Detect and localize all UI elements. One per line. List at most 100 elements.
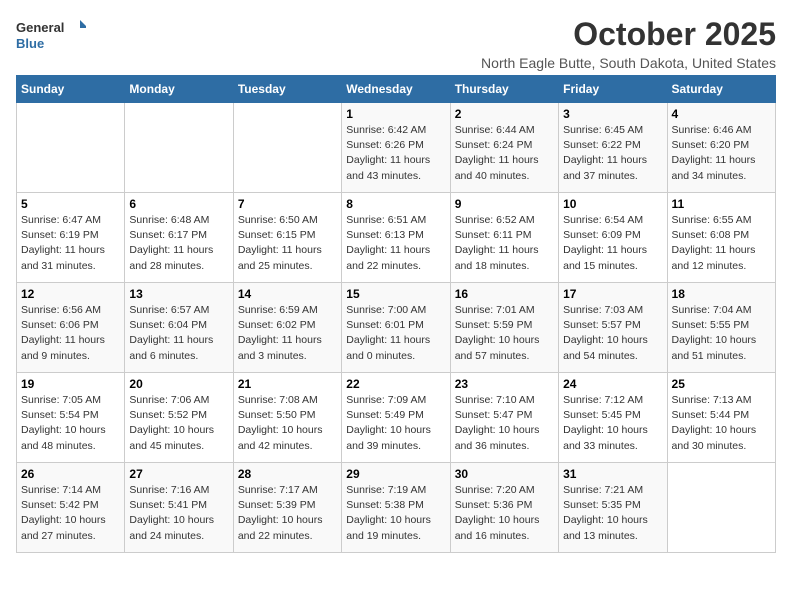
day-number: 8	[346, 197, 445, 211]
week-row-4: 19 Sunrise: 7:05 AM Sunset: 5:54 PM Dayli…	[17, 373, 776, 463]
day-cell: 15Sunrise: 7:00 AM Sunset: 6:01 PM Dayli…	[342, 283, 450, 373]
day-info: Sunrise: 7:20 AM Sunset: 5:36 PM Dayligh…	[455, 483, 554, 544]
header-day-friday: Friday	[559, 76, 667, 103]
day-number: 11	[672, 197, 771, 211]
day-cell	[667, 463, 775, 553]
day-number: 2	[455, 107, 554, 121]
day-number: 6	[129, 197, 228, 211]
day-info: Sunrise: 7:09 AM Sunset: 5:49 PM Dayligh…	[346, 393, 445, 454]
week-row-1: 1Sunrise: 6:42 AM Sunset: 6:26 PM Daylig…	[17, 103, 776, 193]
day-number: 25	[672, 377, 771, 391]
day-cell: 16 Sunrise: 7:01 AM Sunset: 5:59 PM Dayli…	[450, 283, 558, 373]
day-cell: 7 Sunrise: 6:50 AM Sunset: 6:15 PM Daylig…	[233, 193, 341, 283]
day-number: 27	[129, 467, 228, 481]
day-info: Sunrise: 7:14 AM Sunset: 5:42 PM Dayligh…	[21, 483, 120, 544]
header-day-tuesday: Tuesday	[233, 76, 341, 103]
day-info: Sunrise: 7:17 AM Sunset: 5:39 PM Dayligh…	[238, 483, 337, 544]
day-cell: 14 Sunrise: 6:59 AM Sunset: 6:02 PM Dayli…	[233, 283, 341, 373]
day-cell: 20Sunrise: 7:06 AM Sunset: 5:52 PM Dayli…	[125, 373, 233, 463]
week-row-2: 5 Sunrise: 6:47 AM Sunset: 6:19 PM Daylig…	[17, 193, 776, 283]
day-cell: 1Sunrise: 6:42 AM Sunset: 6:26 PM Daylig…	[342, 103, 450, 193]
day-number: 7	[238, 197, 337, 211]
day-number: 3	[563, 107, 662, 121]
logo-svg: General Blue	[16, 16, 86, 56]
day-info: Sunrise: 7:16 AM Sunset: 5:41 PM Dayligh…	[129, 483, 228, 544]
day-cell: 19 Sunrise: 7:05 AM Sunset: 5:54 PM Dayli…	[17, 373, 125, 463]
day-cell: 29Sunrise: 7:19 AM Sunset: 5:38 PM Dayli…	[342, 463, 450, 553]
day-cell: 21Sunrise: 7:08 AM Sunset: 5:50 PM Dayli…	[233, 373, 341, 463]
day-number: 12	[21, 287, 120, 301]
day-cell: 24 Sunrise: 7:12 AM Sunset: 5:45 PM Dayli…	[559, 373, 667, 463]
day-cell: 4 Sunrise: 6:46 AM Sunset: 6:20 PM Daylig…	[667, 103, 775, 193]
header-day-sunday: Sunday	[17, 76, 125, 103]
day-cell: 26 Sunrise: 7:14 AM Sunset: 5:42 PM Dayli…	[17, 463, 125, 553]
day-info: Sunrise: 6:55 AM Sunset: 6:08 PM Dayligh…	[672, 213, 771, 274]
day-info: Sunrise: 7:13 AM Sunset: 5:44 PM Dayligh…	[672, 393, 771, 454]
day-number: 9	[455, 197, 554, 211]
day-number: 5	[21, 197, 120, 211]
day-number: 4	[672, 107, 771, 121]
day-info: Sunrise: 6:50 AM Sunset: 6:15 PM Dayligh…	[238, 213, 337, 274]
day-cell	[125, 103, 233, 193]
day-cell: 11 Sunrise: 6:55 AM Sunset: 6:08 PM Dayli…	[667, 193, 775, 283]
svg-text:Blue: Blue	[16, 36, 44, 51]
day-info: Sunrise: 6:54 AM Sunset: 6:09 PM Dayligh…	[563, 213, 662, 274]
day-cell: 30 Sunrise: 7:20 AM Sunset: 5:36 PM Dayli…	[450, 463, 558, 553]
svg-text:General: General	[16, 20, 64, 35]
day-cell: 13 Sunrise: 6:57 AM Sunset: 6:04 PM Dayli…	[125, 283, 233, 373]
day-info: Sunrise: 6:45 AM Sunset: 6:22 PM Dayligh…	[563, 123, 662, 184]
day-cell	[17, 103, 125, 193]
day-cell: 12Sunrise: 6:56 AM Sunset: 6:06 PM Dayli…	[17, 283, 125, 373]
day-cell: 28 Sunrise: 7:17 AM Sunset: 5:39 PM Dayli…	[233, 463, 341, 553]
day-number: 16	[455, 287, 554, 301]
day-info: Sunrise: 7:03 AM Sunset: 5:57 PM Dayligh…	[563, 303, 662, 364]
day-number: 30	[455, 467, 554, 481]
day-info: Sunrise: 6:51 AM Sunset: 6:13 PM Dayligh…	[346, 213, 445, 274]
day-info: Sunrise: 7:12 AM Sunset: 5:45 PM Dayligh…	[563, 393, 662, 454]
header: General Blue October 2025 North Eagle Bu…	[16, 16, 776, 71]
calendar-table: SundayMondayTuesdayWednesdayThursdayFrid…	[16, 75, 776, 553]
day-info: Sunrise: 7:05 AM Sunset: 5:54 PM Dayligh…	[21, 393, 120, 454]
day-cell: 23 Sunrise: 7:10 AM Sunset: 5:47 PM Dayli…	[450, 373, 558, 463]
day-info: Sunrise: 6:47 AM Sunset: 6:19 PM Dayligh…	[21, 213, 120, 274]
day-info: Sunrise: 6:52 AM Sunset: 6:11 PM Dayligh…	[455, 213, 554, 274]
day-number: 28	[238, 467, 337, 481]
day-info: Sunrise: 6:42 AM Sunset: 6:26 PM Dayligh…	[346, 123, 445, 184]
day-info: Sunrise: 7:04 AM Sunset: 5:55 PM Dayligh…	[672, 303, 771, 364]
day-number: 24	[563, 377, 662, 391]
day-info: Sunrise: 6:57 AM Sunset: 6:04 PM Dayligh…	[129, 303, 228, 364]
day-info: Sunrise: 7:00 AM Sunset: 6:01 PM Dayligh…	[346, 303, 445, 364]
day-number: 13	[129, 287, 228, 301]
day-cell: 6 Sunrise: 6:48 AM Sunset: 6:17 PM Daylig…	[125, 193, 233, 283]
logo: General Blue	[16, 16, 86, 56]
day-number: 18	[672, 287, 771, 301]
month-title: October 2025	[481, 16, 776, 53]
day-number: 17	[563, 287, 662, 301]
day-cell: 8 Sunrise: 6:51 AM Sunset: 6:13 PM Daylig…	[342, 193, 450, 283]
day-cell: 5 Sunrise: 6:47 AM Sunset: 6:19 PM Daylig…	[17, 193, 125, 283]
day-cell: 31Sunrise: 7:21 AM Sunset: 5:35 PM Dayli…	[559, 463, 667, 553]
day-number: 23	[455, 377, 554, 391]
header-row: SundayMondayTuesdayWednesdayThursdayFrid…	[17, 76, 776, 103]
day-info: Sunrise: 6:44 AM Sunset: 6:24 PM Dayligh…	[455, 123, 554, 184]
day-cell: 25 Sunrise: 7:13 AM Sunset: 5:44 PM Dayli…	[667, 373, 775, 463]
location-title: North Eagle Butte, South Dakota, United …	[481, 55, 776, 71]
day-info: Sunrise: 7:01 AM Sunset: 5:59 PM Dayligh…	[455, 303, 554, 364]
day-cell	[233, 103, 341, 193]
day-info: Sunrise: 6:48 AM Sunset: 6:17 PM Dayligh…	[129, 213, 228, 274]
header-day-thursday: Thursday	[450, 76, 558, 103]
week-row-5: 26 Sunrise: 7:14 AM Sunset: 5:42 PM Dayli…	[17, 463, 776, 553]
day-info: Sunrise: 6:59 AM Sunset: 6:02 PM Dayligh…	[238, 303, 337, 364]
day-cell: 9 Sunrise: 6:52 AM Sunset: 6:11 PM Daylig…	[450, 193, 558, 283]
day-cell: 27 Sunrise: 7:16 AM Sunset: 5:41 PM Dayli…	[125, 463, 233, 553]
day-number: 22	[346, 377, 445, 391]
day-cell: 3 Sunrise: 6:45 AM Sunset: 6:22 PM Daylig…	[559, 103, 667, 193]
day-info: Sunrise: 7:10 AM Sunset: 5:47 PM Dayligh…	[455, 393, 554, 454]
day-number: 20	[129, 377, 228, 391]
day-info: Sunrise: 6:46 AM Sunset: 6:20 PM Dayligh…	[672, 123, 771, 184]
day-number: 14	[238, 287, 337, 301]
day-number: 19	[21, 377, 120, 391]
day-cell: 18 Sunrise: 7:04 AM Sunset: 5:55 PM Dayli…	[667, 283, 775, 373]
day-number: 10	[563, 197, 662, 211]
day-number: 26	[21, 467, 120, 481]
